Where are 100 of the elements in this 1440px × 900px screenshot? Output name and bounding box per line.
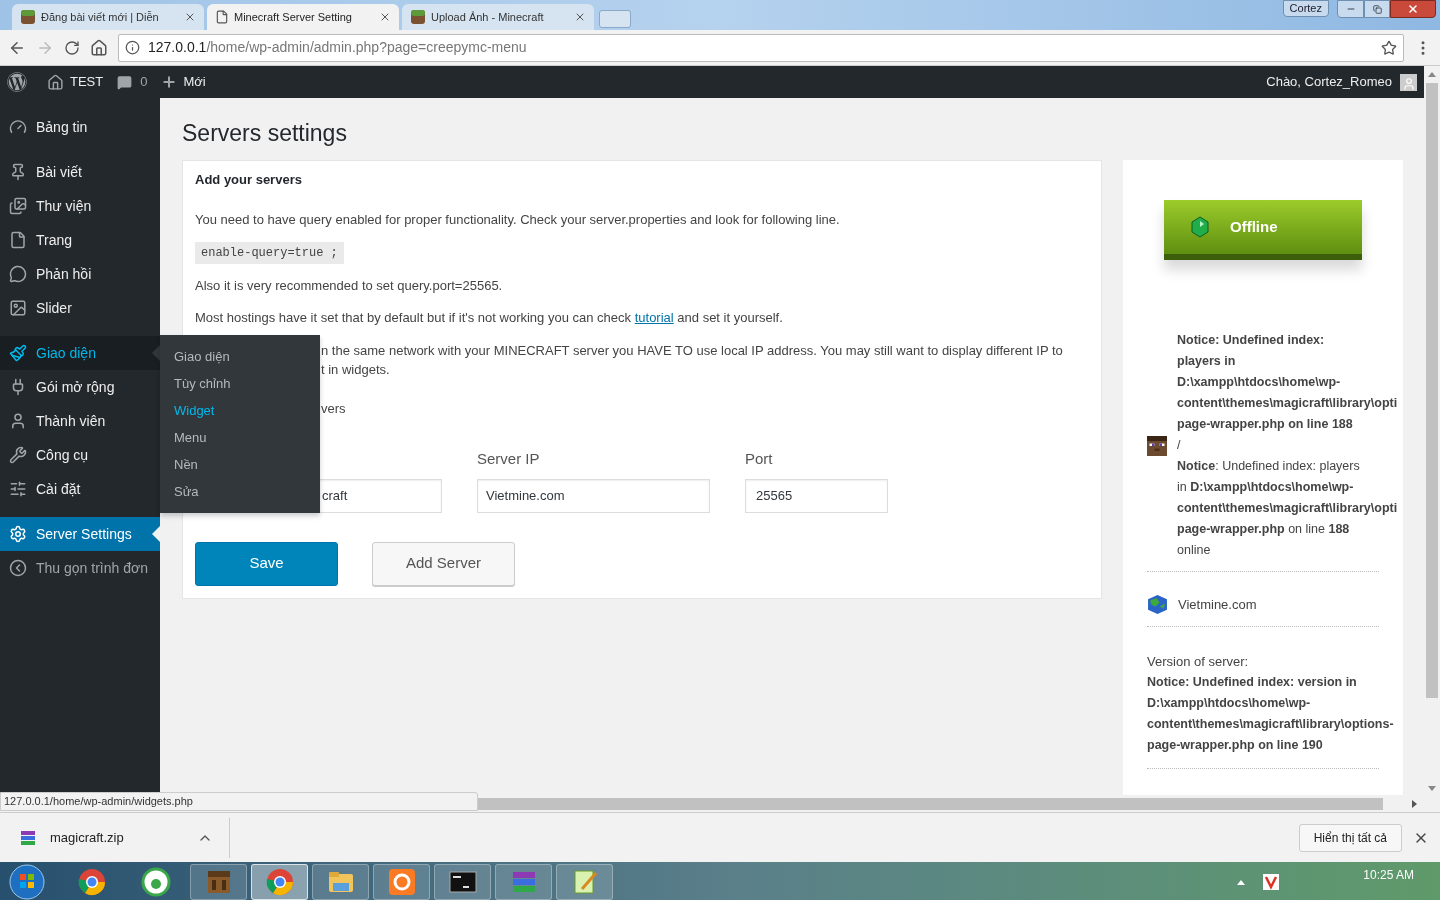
reload-icon[interactable] xyxy=(64,39,80,56)
horizontal-scrollbar-thumb[interactable] xyxy=(478,797,1383,810)
close-icon[interactable] xyxy=(379,11,391,23)
taskbar-button[interactable] xyxy=(190,864,247,900)
sidebar-item[interactable]: Thành viên xyxy=(0,404,160,438)
close-icon[interactable] xyxy=(574,11,586,23)
player-count-text: content\themes\magicraft\library\opti xyxy=(1177,395,1398,412)
logo-icon[interactable] xyxy=(7,72,27,92)
start-orb-icon[interactable] xyxy=(8,863,46,900)
network-note-text: n the same network with your MINECRAFT server you HAVE TO use local IP address. You may still want to display different IP to xyxy=(321,342,1064,360)
home-icon[interactable] xyxy=(90,38,108,57)
url-text: 127.0.0.1/home/wp-admin/admin.php?page=creepymc-menu xyxy=(148,38,527,57)
sidebar-item[interactable]: Trang xyxy=(0,223,160,257)
player-count-text: page-wrapper.php on line 188 xyxy=(1177,416,1354,433)
version-notice-text: D:\xampp\htdocs\home\wp- xyxy=(1147,695,1312,712)
browser-tab[interactable]: Đăng bài viết mới | Diễn xyxy=(12,4,204,30)
speech-bubble-icon xyxy=(117,74,133,90)
player-count-text: online xyxy=(1177,542,1212,559)
info-icon[interactable] xyxy=(125,40,140,55)
scroll-right-icon[interactable] xyxy=(1412,799,1417,808)
tutorial-link[interactable]: tutorial xyxy=(634,310,674,325)
dashboard-icon xyxy=(9,118,27,136)
v-app-icon[interactable] xyxy=(1263,874,1280,890)
sidebar-item[interactable]: Thư viện xyxy=(0,189,160,223)
chrome-icon[interactable] xyxy=(264,867,295,897)
status-url: 127.0.0.1/home/wp-admin/widgets.php xyxy=(0,792,478,811)
scroll-down-icon[interactable] xyxy=(1428,786,1436,791)
sidebar-item[interactable]: Cài đặt xyxy=(0,472,160,506)
grass-block-icon xyxy=(20,9,36,25)
submenu-item[interactable]: Tùy chỉnh xyxy=(160,370,320,397)
sliders-icon xyxy=(9,480,27,498)
player-count-text: page-wrapper.php on line 188 xyxy=(1177,521,1351,538)
bookmark-star-icon[interactable] xyxy=(1381,39,1397,56)
account-link[interactable]: Chào, Cortez_Romeo xyxy=(1266,72,1417,92)
home-icon xyxy=(47,73,64,91)
close-icon[interactable] xyxy=(1407,3,1419,15)
tray-arrow-icon[interactable] xyxy=(1237,879,1246,885)
taskbar-button[interactable] xyxy=(373,864,430,900)
scroll-up-icon[interactable] xyxy=(1428,72,1436,77)
browser-tab[interactable]: Minecraft Server Setting xyxy=(207,4,399,30)
comments-link[interactable]: 0 xyxy=(117,72,148,92)
page-title: Servers settings xyxy=(182,119,348,148)
archive-books-icon xyxy=(20,829,36,846)
xampp-icon[interactable] xyxy=(386,867,417,897)
speech-bubble-icon xyxy=(9,265,27,283)
images-icon xyxy=(9,197,27,215)
profile-button[interactable]: Cortez xyxy=(1282,0,1329,17)
page-icon xyxy=(9,231,27,249)
browser-tab[interactable]: Upload Ảnh - Minecraft xyxy=(402,4,594,30)
minimize-button[interactable] xyxy=(1337,0,1364,18)
hosting-note: Most hostings have it set that by default but if it's not working you can check tutorial and set it yourself. xyxy=(195,309,784,327)
settings-icon xyxy=(9,525,27,543)
submenu-item[interactable]: Widget xyxy=(160,397,320,424)
close-button[interactable] xyxy=(1390,0,1436,18)
sidebar-item[interactable]: Bài viết xyxy=(0,155,160,189)
text-field[interactable]: craft xyxy=(320,478,442,513)
add-server-button[interactable]: Add Server xyxy=(372,541,515,586)
save-button[interactable]: Save xyxy=(195,541,338,586)
sidebar-item[interactable]: Server Settings xyxy=(0,517,160,551)
new-link[interactable]: Mới xyxy=(161,72,206,92)
player-count-text: in D:\xampp\htdocs\home\wp- xyxy=(1177,479,1355,496)
card-heading: Add your servers xyxy=(195,171,303,189)
close-icon[interactable] xyxy=(184,11,196,23)
sidebar-item[interactable]: Bảng tin xyxy=(0,110,160,144)
chrome-icon[interactable] xyxy=(77,867,107,897)
submenu-item[interactable]: Sửa xyxy=(160,478,320,505)
brush-icon xyxy=(9,344,27,362)
text-field[interactable]: Vietmine.com xyxy=(477,478,710,513)
picture-icon xyxy=(9,299,27,317)
version-notice-text: page-wrapper.php on line 190 xyxy=(1147,737,1324,754)
sidebar-item[interactable]: Công cụ xyxy=(0,438,160,472)
collapse-icon xyxy=(9,559,27,577)
download-item[interactable]: magicraft.zip xyxy=(0,817,230,858)
gem-icon xyxy=(1190,216,1210,238)
port-note: Also it is very recommended to set query.port=25565. xyxy=(195,277,504,295)
submenu-item[interactable]: Menu xyxy=(160,424,320,451)
taskbar-button[interactable] xyxy=(434,864,491,900)
player-count-text: / xyxy=(1177,437,1182,454)
sidebar-item[interactable]: Slider xyxy=(0,291,160,325)
scrollbar-thumb[interactable] xyxy=(1426,83,1438,698)
site-link[interactable]: TEST xyxy=(47,72,104,92)
text-field[interactable]: 25565 xyxy=(745,478,888,513)
submenu-item[interactable]: Giao diện xyxy=(160,343,320,370)
sidebar-item[interactable]: Phản hồi xyxy=(0,257,160,291)
network-note-text: t in widgets. xyxy=(321,361,391,379)
submenu-item[interactable]: Nền xyxy=(160,451,320,478)
user-icon xyxy=(9,412,27,430)
sidebar-item[interactable]: Giao diện xyxy=(0,336,160,370)
version-label: Version of server: xyxy=(1147,653,1250,671)
globe-icon xyxy=(1147,594,1168,615)
player-count-text: Notice: Undefined index: players xyxy=(1177,458,1361,475)
sidebar-item[interactable]: Gói mở rộng xyxy=(0,370,160,404)
restore-button[interactable] xyxy=(1364,0,1390,18)
show-all-button[interactable]: Hiển thị tất cả xyxy=(1298,823,1402,852)
sidebar-item[interactable]: Thu gọn trình đơn xyxy=(0,551,160,585)
address-field[interactable]: 127.0.0.1/home/wp-admin/admin.php?page=creepymc-menu xyxy=(118,33,1404,62)
pin-icon xyxy=(9,163,27,181)
taskbar-button[interactable] xyxy=(251,864,308,900)
version-notice-text: content\themes\magicraft\library\options- xyxy=(1147,716,1395,733)
restore-icon[interactable] xyxy=(1372,4,1382,14)
